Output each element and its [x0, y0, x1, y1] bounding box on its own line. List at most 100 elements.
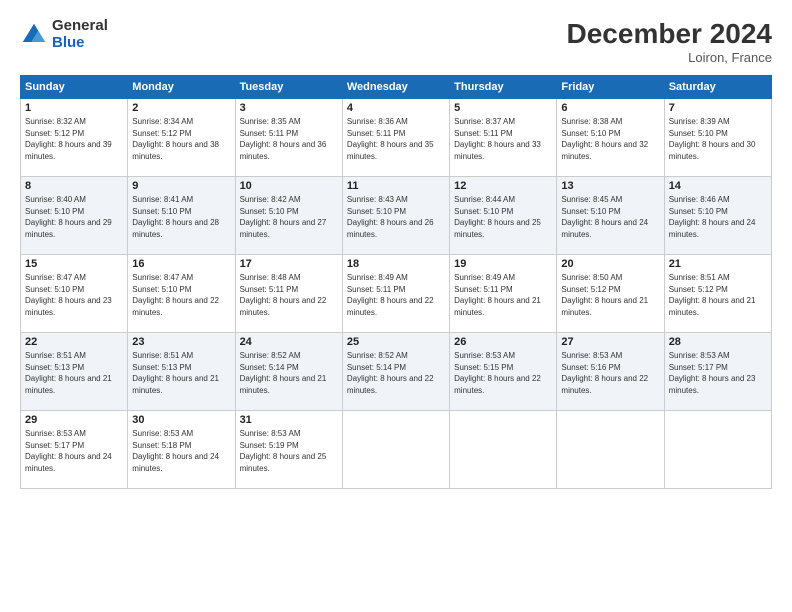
day-number: 17: [240, 258, 338, 270]
day-number: 21: [669, 258, 767, 270]
day-number: 20: [561, 258, 659, 270]
day-number: 27: [561, 336, 659, 348]
table-row: 12 Sunrise: 8:44 AM Sunset: 5:10 PM Dayl…: [450, 177, 557, 255]
day-number: 29: [25, 414, 123, 426]
day-info: Sunrise: 8:51 AM Sunset: 5:12 PM Dayligh…: [669, 272, 767, 318]
table-row: 27 Sunrise: 8:53 AM Sunset: 5:16 PM Dayl…: [557, 333, 664, 411]
col-thursday: Thursday: [450, 76, 557, 99]
day-info: Sunrise: 8:51 AM Sunset: 5:13 PM Dayligh…: [132, 350, 230, 396]
table-row: 4 Sunrise: 8:36 AM Sunset: 5:11 PM Dayli…: [342, 99, 449, 177]
day-info: Sunrise: 8:36 AM Sunset: 5:11 PM Dayligh…: [347, 116, 445, 162]
day-number: 8: [25, 180, 123, 192]
col-sunday: Sunday: [21, 76, 128, 99]
day-number: 2: [132, 102, 230, 114]
logo-text: General Blue: [52, 18, 108, 51]
day-number: 14: [669, 180, 767, 192]
day-info: Sunrise: 8:53 AM Sunset: 5:16 PM Dayligh…: [561, 350, 659, 396]
day-info: Sunrise: 8:52 AM Sunset: 5:14 PM Dayligh…: [240, 350, 338, 396]
day-info: Sunrise: 8:32 AM Sunset: 5:12 PM Dayligh…: [25, 116, 123, 162]
col-monday: Monday: [128, 76, 235, 99]
day-info: Sunrise: 8:43 AM Sunset: 5:10 PM Dayligh…: [347, 194, 445, 240]
table-row: 5 Sunrise: 8:37 AM Sunset: 5:11 PM Dayli…: [450, 99, 557, 177]
table-row: 28 Sunrise: 8:53 AM Sunset: 5:17 PM Dayl…: [664, 333, 771, 411]
table-row: 30 Sunrise: 8:53 AM Sunset: 5:18 PM Dayl…: [128, 411, 235, 489]
table-row: 21 Sunrise: 8:51 AM Sunset: 5:12 PM Dayl…: [664, 255, 771, 333]
table-row: 15 Sunrise: 8:47 AM Sunset: 5:10 PM Dayl…: [21, 255, 128, 333]
day-number: 18: [347, 258, 445, 270]
day-number: 23: [132, 336, 230, 348]
table-row: [664, 411, 771, 489]
table-row: 19 Sunrise: 8:49 AM Sunset: 5:11 PM Dayl…: [450, 255, 557, 333]
calendar-week-row: 15 Sunrise: 8:47 AM Sunset: 5:10 PM Dayl…: [21, 255, 772, 333]
table-row: 29 Sunrise: 8:53 AM Sunset: 5:17 PM Dayl…: [21, 411, 128, 489]
day-info: Sunrise: 8:48 AM Sunset: 5:11 PM Dayligh…: [240, 272, 338, 318]
logo-blue: Blue: [52, 35, 108, 52]
day-number: 6: [561, 102, 659, 114]
day-number: 4: [347, 102, 445, 114]
day-number: 3: [240, 102, 338, 114]
day-number: 25: [347, 336, 445, 348]
day-info: Sunrise: 8:37 AM Sunset: 5:11 PM Dayligh…: [454, 116, 552, 162]
day-info: Sunrise: 8:40 AM Sunset: 5:10 PM Dayligh…: [25, 194, 123, 240]
day-number: 1: [25, 102, 123, 114]
day-info: Sunrise: 8:51 AM Sunset: 5:13 PM Dayligh…: [25, 350, 123, 396]
day-info: Sunrise: 8:52 AM Sunset: 5:14 PM Dayligh…: [347, 350, 445, 396]
day-number: 19: [454, 258, 552, 270]
day-number: 7: [669, 102, 767, 114]
table-row: 18 Sunrise: 8:49 AM Sunset: 5:11 PM Dayl…: [342, 255, 449, 333]
location: Loiron, France: [567, 50, 772, 65]
month-title: December 2024: [567, 18, 772, 50]
day-number: 11: [347, 180, 445, 192]
day-info: Sunrise: 8:41 AM Sunset: 5:10 PM Dayligh…: [132, 194, 230, 240]
calendar-week-row: 8 Sunrise: 8:40 AM Sunset: 5:10 PM Dayli…: [21, 177, 772, 255]
day-number: 15: [25, 258, 123, 270]
logo-icon: [20, 21, 48, 49]
table-row: 7 Sunrise: 8:39 AM Sunset: 5:10 PM Dayli…: [664, 99, 771, 177]
day-number: 26: [454, 336, 552, 348]
calendar-week-row: 22 Sunrise: 8:51 AM Sunset: 5:13 PM Dayl…: [21, 333, 772, 411]
table-row: 8 Sunrise: 8:40 AM Sunset: 5:10 PM Dayli…: [21, 177, 128, 255]
table-row: 22 Sunrise: 8:51 AM Sunset: 5:13 PM Dayl…: [21, 333, 128, 411]
table-row: 14 Sunrise: 8:46 AM Sunset: 5:10 PM Dayl…: [664, 177, 771, 255]
table-row: 31 Sunrise: 8:53 AM Sunset: 5:19 PM Dayl…: [235, 411, 342, 489]
day-info: Sunrise: 8:39 AM Sunset: 5:10 PM Dayligh…: [669, 116, 767, 162]
day-info: Sunrise: 8:46 AM Sunset: 5:10 PM Dayligh…: [669, 194, 767, 240]
table-row: 1 Sunrise: 8:32 AM Sunset: 5:12 PM Dayli…: [21, 99, 128, 177]
day-number: 12: [454, 180, 552, 192]
day-number: 28: [669, 336, 767, 348]
header-row: Sunday Monday Tuesday Wednesday Thursday…: [21, 76, 772, 99]
day-number: 30: [132, 414, 230, 426]
day-number: 9: [132, 180, 230, 192]
day-info: Sunrise: 8:53 AM Sunset: 5:17 PM Dayligh…: [669, 350, 767, 396]
table-row: 10 Sunrise: 8:42 AM Sunset: 5:10 PM Dayl…: [235, 177, 342, 255]
table-row: 20 Sunrise: 8:50 AM Sunset: 5:12 PM Dayl…: [557, 255, 664, 333]
day-info: Sunrise: 8:44 AM Sunset: 5:10 PM Dayligh…: [454, 194, 552, 240]
table-row: 17 Sunrise: 8:48 AM Sunset: 5:11 PM Dayl…: [235, 255, 342, 333]
day-info: Sunrise: 8:35 AM Sunset: 5:11 PM Dayligh…: [240, 116, 338, 162]
day-number: 13: [561, 180, 659, 192]
day-number: 24: [240, 336, 338, 348]
day-number: 22: [25, 336, 123, 348]
day-info: Sunrise: 8:49 AM Sunset: 5:11 PM Dayligh…: [347, 272, 445, 318]
calendar-week-row: 1 Sunrise: 8:32 AM Sunset: 5:12 PM Dayli…: [21, 99, 772, 177]
day-info: Sunrise: 8:49 AM Sunset: 5:11 PM Dayligh…: [454, 272, 552, 318]
table-row: 16 Sunrise: 8:47 AM Sunset: 5:10 PM Dayl…: [128, 255, 235, 333]
table-row: 24 Sunrise: 8:52 AM Sunset: 5:14 PM Dayl…: [235, 333, 342, 411]
logo-general: General: [52, 18, 108, 35]
table-row: 11 Sunrise: 8:43 AM Sunset: 5:10 PM Dayl…: [342, 177, 449, 255]
table-row: 3 Sunrise: 8:35 AM Sunset: 5:11 PM Dayli…: [235, 99, 342, 177]
day-info: Sunrise: 8:53 AM Sunset: 5:17 PM Dayligh…: [25, 428, 123, 474]
table-row: 23 Sunrise: 8:51 AM Sunset: 5:13 PM Dayl…: [128, 333, 235, 411]
col-saturday: Saturday: [664, 76, 771, 99]
day-info: Sunrise: 8:34 AM Sunset: 5:12 PM Dayligh…: [132, 116, 230, 162]
header: General Blue December 2024 Loiron, Franc…: [20, 18, 772, 65]
table-row: 13 Sunrise: 8:45 AM Sunset: 5:10 PM Dayl…: [557, 177, 664, 255]
calendar-table: Sunday Monday Tuesday Wednesday Thursday…: [20, 75, 772, 489]
day-info: Sunrise: 8:42 AM Sunset: 5:10 PM Dayligh…: [240, 194, 338, 240]
table-row: 2 Sunrise: 8:34 AM Sunset: 5:12 PM Dayli…: [128, 99, 235, 177]
day-info: Sunrise: 8:50 AM Sunset: 5:12 PM Dayligh…: [561, 272, 659, 318]
day-info: Sunrise: 8:47 AM Sunset: 5:10 PM Dayligh…: [132, 272, 230, 318]
logo: General Blue: [20, 18, 108, 51]
day-number: 10: [240, 180, 338, 192]
page: General Blue December 2024 Loiron, Franc…: [0, 0, 792, 612]
